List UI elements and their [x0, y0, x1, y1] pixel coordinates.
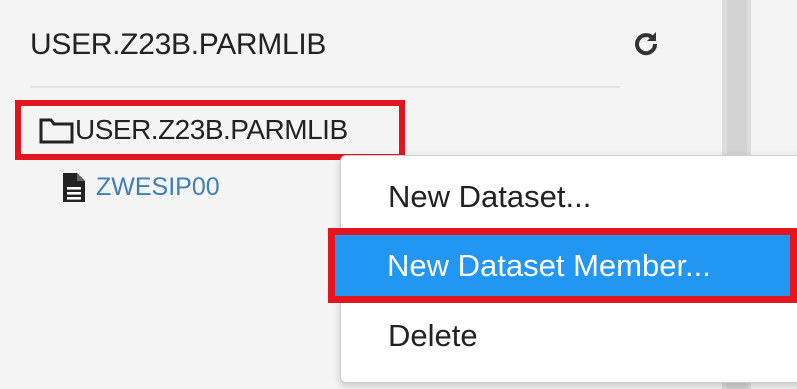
- folder-icon: [39, 118, 74, 144]
- menu-item-new-dataset[interactable]: New Dataset...: [341, 179, 797, 215]
- file-icon: [63, 173, 85, 202]
- tree-node-label: ZWESIP00: [96, 173, 220, 201]
- tree-node-root-dataset[interactable]: USER.Z23B.PARMLIB: [15, 100, 405, 160]
- menu-item-delete[interactable]: Delete: [341, 318, 797, 354]
- menu-item-new-dataset-member[interactable]: New Dataset Member...: [328, 228, 797, 303]
- tree-node-member[interactable]: ZWESIP00: [62, 172, 220, 203]
- tree-node-label: USER.Z23B.PARMLIB: [75, 114, 348, 145]
- refresh-icon[interactable]: [632, 30, 660, 58]
- menu-item-label: New Dataset Member...: [387, 247, 711, 283]
- panel-title: USER.Z23B.PARMLIB: [30, 28, 327, 61]
- header-divider: [30, 86, 620, 88]
